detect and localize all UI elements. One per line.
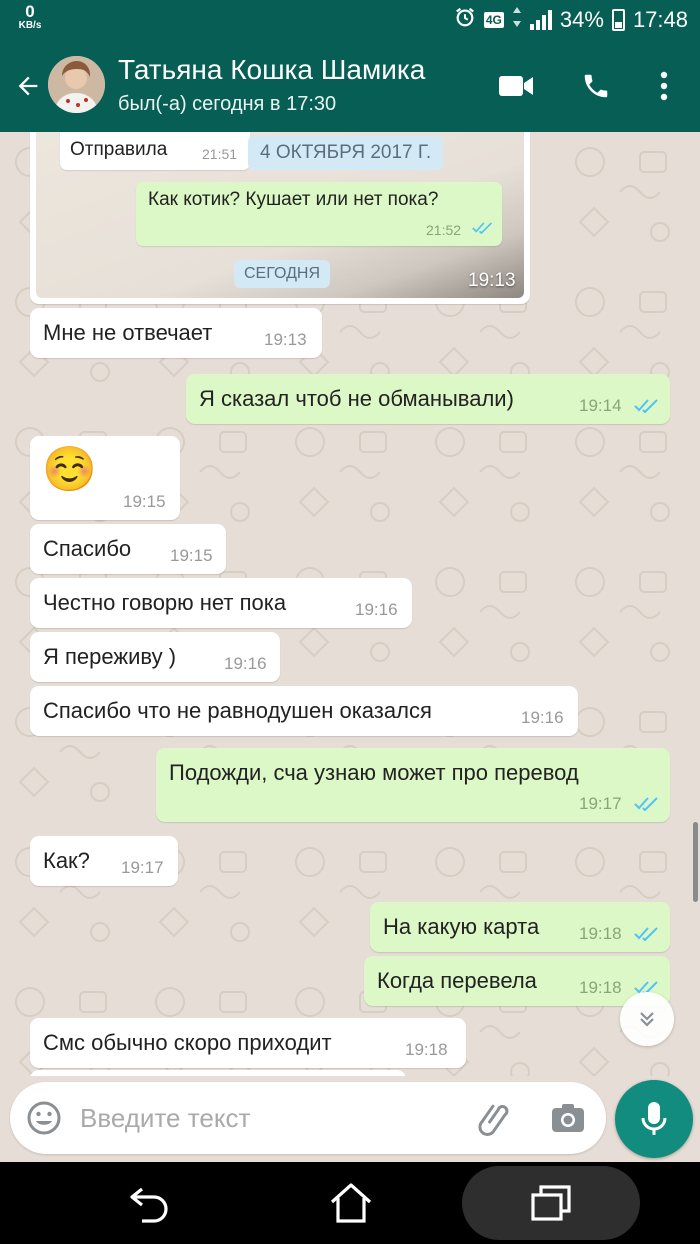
image-inner-bubble-in: Отправила 21:51 [60, 132, 250, 170]
image-inner-today: СЕГОДНЯ [234, 260, 331, 288]
system-nav-bar [0, 1162, 700, 1244]
double-check-icon [472, 222, 493, 234]
message-incoming[interactable]: Как? 19:17 [30, 836, 178, 886]
double-check-icon [634, 399, 658, 413]
voice-call-button[interactable] [576, 66, 616, 106]
nav-recents-icon [531, 1185, 571, 1221]
image-inner-bubble-out: Как котик? Кушает или нет пока? 21:52 [136, 182, 502, 246]
nav-back-button[interactable] [95, 1162, 205, 1244]
network-type-badge: 4G [483, 12, 504, 28]
status-time: 17:48 [632, 7, 688, 32]
nav-home-button[interactable] [296, 1162, 406, 1244]
contact-avatar[interactable] [48, 56, 105, 113]
chat-scrollbar[interactable] [693, 822, 698, 902]
message-time: 19:17 [579, 794, 622, 813]
message-incoming-emoji[interactable]: ☺️ 19:15 [30, 436, 180, 520]
back-button[interactable] [8, 62, 48, 110]
compose-box [10, 1082, 606, 1154]
image-message-picture[interactable]: Отправила 21:51 4 ОКТЯБРЯ 2017 Г. Как ко… [36, 132, 524, 298]
message-input[interactable] [80, 1098, 460, 1138]
message-time: 19:15 [123, 492, 166, 511]
paperclip-icon [478, 1104, 509, 1136]
chevron-double-down-icon [640, 1012, 654, 1027]
message-outgoing[interactable]: Подожди, сча узнаю может про перевод 19:… [156, 748, 670, 822]
message-text: Спасибо [43, 536, 132, 561]
nav-back-icon [130, 1187, 168, 1223]
message-text: На какую карта [383, 914, 540, 939]
voice-message-button[interactable] [615, 1080, 693, 1158]
message-text: Честно говорю нет пока [43, 590, 287, 615]
message-outgoing[interactable]: На какую карта 19:18 [370, 902, 670, 952]
message-time: 19:18 [405, 1040, 448, 1059]
contact-name[interactable]: Татьяна Кошка Шамика [118, 54, 425, 86]
message-time: 19:18 [579, 978, 622, 997]
message-text: Как? [43, 848, 90, 873]
message-text: Мне не отвечает [43, 320, 213, 345]
image-inner-date: 4 ОКТЯБРЯ 2017 Г. [248, 136, 444, 170]
alarm-icon [454, 6, 476, 34]
contact-last-seen: был(-а) сегодня в 17:30 [118, 93, 337, 115]
chat-area[interactable]: Отправила 21:51 4 ОКТЯБРЯ 2017 Г. Как ко… [0, 132, 700, 1076]
emoji-icon [27, 1101, 61, 1135]
message-incoming[interactable]: Я переживу ) 19:16 [30, 632, 280, 682]
camera-icon [552, 1104, 584, 1132]
phone-icon [584, 74, 608, 98]
network-speed-value: 0 [25, 2, 35, 21]
nav-home-icon [330, 1183, 372, 1223]
more-vertical-icon [660, 71, 668, 101]
message-time: 19:13 [264, 330, 307, 349]
image-message-time: 19:13 [468, 270, 516, 291]
battery-icon [611, 9, 625, 31]
double-check-icon [634, 927, 658, 941]
image-message[interactable]: Отправила 21:51 4 ОКТЯБРЯ 2017 Г. Как ко… [30, 132, 530, 304]
message-text: Я переживу ) [43, 644, 177, 669]
compose-bar [0, 1076, 700, 1162]
image-inner-out-text: Как котик? Кушает или нет пока? [148, 189, 439, 210]
scroll-to-bottom-button[interactable] [620, 992, 674, 1046]
message-time: 19:17 [121, 858, 164, 877]
status-icons: 4G 34% 17:48 [454, 0, 688, 40]
message-incoming[interactable]: Мне не отвечает 19:13 [30, 308, 322, 358]
message-text: Смс обычно скоро приходит [43, 1030, 332, 1055]
message-text: Когда перевела [377, 968, 537, 993]
camera-button[interactable] [548, 1098, 588, 1138]
image-inner-out-time: 21:52 [426, 222, 462, 238]
image-inner-in-text: Отправила [70, 139, 168, 160]
attach-button[interactable] [475, 1098, 515, 1138]
video-call-icon [499, 76, 533, 96]
video-call-button[interactable] [496, 66, 536, 106]
network-speed: 0 KB/s [14, 3, 46, 31]
message-outgoing[interactable]: Когда перевела 19:18 [364, 956, 670, 1006]
message-incoming[interactable]: Смс обычно скоро приходит 19:18 [30, 1018, 466, 1068]
network-speed-unit: KB/s [18, 20, 42, 31]
message-outgoing[interactable]: Я сказал чтоб не обманывали) 19:14 [186, 374, 670, 424]
message-emoji: ☺️ [42, 445, 97, 494]
message-incoming[interactable]: Честно говорю нет пока 19:16 [30, 578, 412, 628]
battery-percent: 34% [559, 7, 604, 32]
mic-icon [641, 1102, 667, 1135]
image-inner-in-time: 21:51 [202, 146, 238, 162]
message-text: Подожди, сча узнаю может про перевод [169, 760, 579, 785]
data-arrows-icon [512, 6, 522, 34]
emoji-button[interactable] [24, 1098, 64, 1138]
menu-button[interactable] [644, 66, 684, 106]
message-time: 19:16 [224, 654, 267, 673]
message-text: Спасибо что не равнодушен оказался [43, 698, 432, 723]
double-check-icon [634, 797, 658, 811]
chat-header: Татьяна Кошка Шамика был(-а) сегодня в 1… [0, 40, 700, 132]
arrow-left-icon [18, 76, 38, 96]
message-incoming[interactable]: Спасибо 19:15 [30, 524, 226, 574]
nav-recents-button[interactable] [496, 1162, 606, 1244]
message-incoming[interactable]: Спасибо что не равнодушен оказался 19:16 [30, 686, 578, 736]
message-time: 19:16 [355, 600, 398, 619]
message-text: Я сказал чтоб не обманывали) [199, 386, 514, 411]
message-time: 19:14 [579, 396, 622, 415]
status-bar: 0 KB/s 4G 34% 17:48 [0, 0, 700, 40]
signal-icon [529, 10, 552, 30]
message-time: 19:15 [170, 546, 213, 565]
message-time: 19:16 [521, 708, 564, 727]
message-time: 19:18 [579, 924, 622, 943]
